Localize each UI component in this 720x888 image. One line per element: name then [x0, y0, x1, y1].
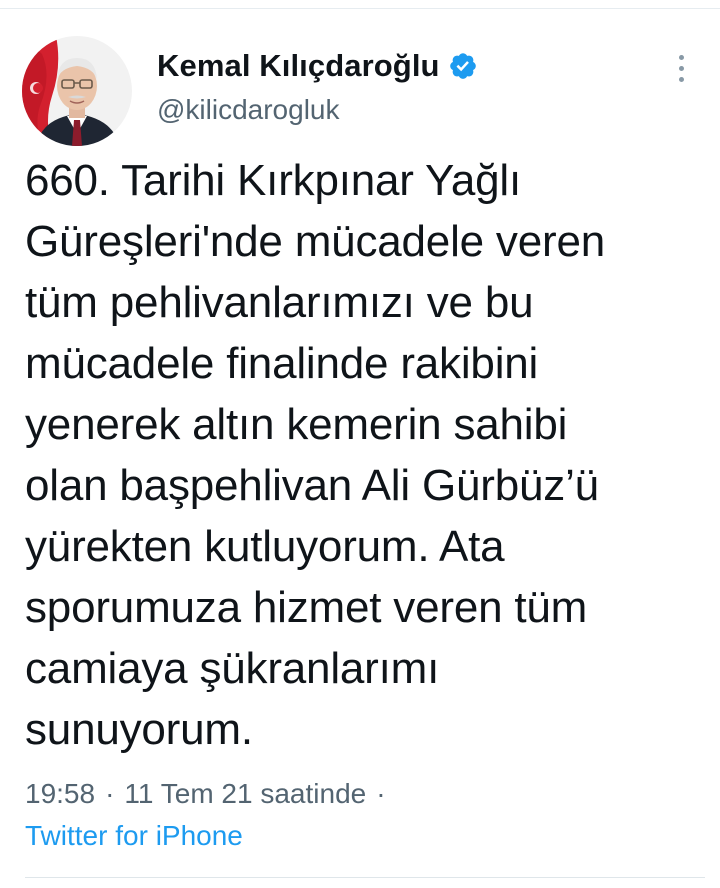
tweet-timestamp-row: 19:58 · 11 Tem 21 saatinde · — [25, 778, 396, 810]
tweet-text-line: Güreşleri'nde mücadele veren — [25, 217, 605, 266]
tweet-text-line: 660. Tarihi Kırkpınar Yağlı — [25, 156, 522, 205]
tweet-text: 660. Tarihi Kırkpınar Yağlı Güreşleri'nd… — [25, 150, 705, 760]
avatar-image — [22, 36, 132, 146]
tweet-text-line: olan başpehlivan Ali Gürbüz’ü — [25, 461, 599, 510]
more-vertical-icon-dot — [678, 65, 684, 71]
more-vertical-icon-dot — [678, 76, 684, 82]
top-divider — [0, 8, 720, 9]
tweet-text-line: sunuyorum. — [25, 705, 253, 754]
tweet-text-line: camiaya şükranlarımı — [25, 644, 440, 693]
author-handle[interactable]: @kilicdarogluk — [157, 94, 340, 126]
more-options-button[interactable] — [666, 48, 696, 88]
tweet-text-line: yenerek altın kemerin sahibi — [25, 400, 568, 449]
tweet-time[interactable]: 19:58 — [25, 778, 95, 810]
author-name-row[interactable]: Kemal Kılıçdaroğlu — [157, 46, 478, 86]
meta-separator: · — [105, 778, 115, 809]
verified-badge-icon — [448, 51, 478, 81]
tweet-text-line: yürekten kutluyorum. Ata — [25, 522, 505, 571]
tweet-text-line: mücadele finalinde rakibini — [25, 339, 539, 388]
tweet-text-line: tüm pehlivanlarımızı ve bu — [25, 278, 534, 327]
tweet-date[interactable]: 11 Tem 21 saatinde — [124, 778, 366, 810]
more-vertical-icon — [678, 54, 684, 60]
tweet-text-line: sporumuza hizmet veren tüm — [25, 583, 588, 632]
meta-separator-trailing: · — [376, 778, 386, 809]
author-display-name[interactable]: Kemal Kılıçdaroğlu — [157, 48, 440, 84]
profile-avatar[interactable] — [22, 36, 132, 146]
bottom-divider — [25, 877, 705, 878]
tweet-source-link[interactable]: Twitter for iPhone — [25, 820, 243, 852]
